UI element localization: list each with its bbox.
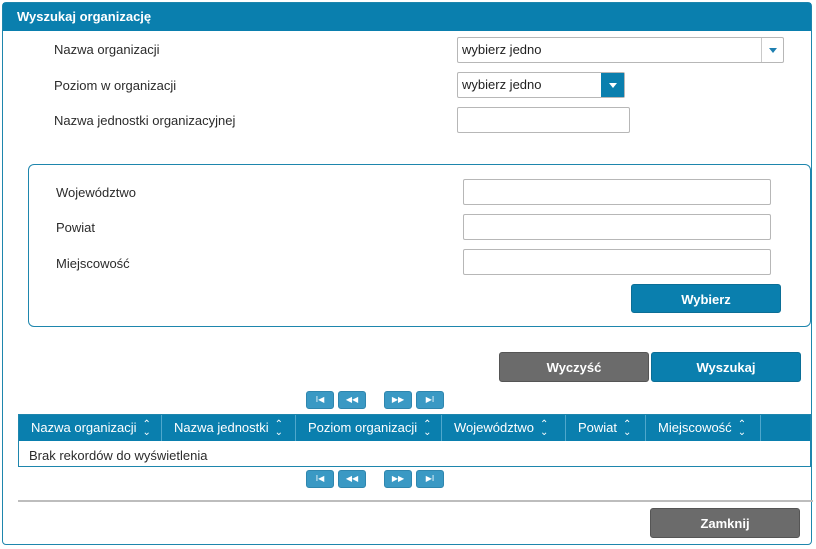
voivodeship-label: Województwo (56, 185, 136, 200)
unit-name-input[interactable] (457, 107, 630, 133)
results-table: Nazwa organizacji ⌃ ⌄ Nazwa jednostki ⌃ ⌄ Po… (18, 414, 811, 467)
column-header-unit-name[interactable]: Nazwa jednostki ⌃ ⌄ (162, 415, 296, 441)
sort-arrows-icon: ⌃ ⌄ (539, 418, 549, 438)
level-label: Poziom w organizacji (54, 78, 177, 93)
county-input[interactable] (463, 214, 771, 240)
footer-divider (18, 500, 813, 502)
pager-prev-icon[interactable]: ◀◀ (338, 470, 366, 488)
clear-button[interactable]: Wyczyść (499, 352, 649, 382)
sort-arrows-icon: ⌃ ⌄ (623, 418, 632, 438)
level-select[interactable]: wybierz jedno (457, 72, 625, 98)
pager-next-icon[interactable]: ▶▶ (384, 470, 412, 488)
org-name-select[interactable]: wybierz jedno (457, 37, 784, 63)
pager-next-icon[interactable]: ▶▶ (384, 391, 412, 409)
pager-first-icon[interactable]: I◀ (306, 470, 334, 488)
city-label: Miejscowość (56, 256, 130, 271)
select-location-button[interactable]: Wybierz (631, 284, 781, 313)
table-header: Nazwa organizacji ⌃ ⌄ Nazwa jednostki ⌃ ⌄ Po… (19, 415, 810, 441)
pager-last-icon[interactable]: ▶I (416, 391, 444, 409)
org-name-dropdown-button[interactable] (761, 38, 783, 62)
column-header-county[interactable]: Powiat ⌃ ⌄ (566, 415, 646, 441)
column-header-org-name[interactable]: Nazwa organizacji ⌃ ⌄ (19, 415, 162, 441)
voivodeship-input[interactable] (463, 179, 771, 205)
sort-arrows-icon: ⌃ ⌄ (274, 418, 284, 438)
column-header-org-level[interactable]: Poziom organizacji ⌃ ⌄ (296, 415, 442, 441)
search-organization-dialog: Wyszukaj organizację Nazwa organizacji w… (2, 2, 813, 545)
org-name-select-value: wybierz jedno (462, 42, 542, 57)
sort-arrows-icon: ⌃ ⌄ (142, 418, 151, 438)
pager-first-icon[interactable]: I◀ (306, 391, 334, 409)
sort-arrows-icon: ⌃ ⌄ (423, 418, 432, 438)
search-button[interactable]: Wyszukaj (651, 352, 801, 382)
chevron-down-icon (768, 48, 777, 53)
dialog-title: Wyszukaj organizację (3, 3, 811, 31)
sort-arrows-icon: ⌃ ⌄ (737, 418, 747, 438)
city-input[interactable] (463, 249, 771, 275)
unit-name-label: Nazwa jednostki organizacyjnej (54, 113, 236, 128)
county-label: Powiat (56, 220, 96, 235)
column-header-city[interactable]: Miejscowość ⌃ ⌄ (646, 415, 761, 441)
chevron-down-icon (608, 83, 617, 88)
pager-last-icon[interactable]: ▶I (416, 470, 444, 488)
level-dropdown-button[interactable] (601, 73, 624, 97)
empty-table-message: Brak rekordów do wyświetlenia (29, 448, 208, 463)
column-header-voivodeship[interactable]: Województwo ⌃ ⌄ (442, 415, 566, 441)
pager-prev-icon[interactable]: ◀◀ (338, 391, 366, 409)
location-fieldset: Województwo Powiat Miejscowość Wybierz (28, 164, 811, 327)
level-select-value: wybierz jedno (462, 77, 542, 92)
close-button[interactable]: Zamknij (650, 508, 800, 538)
org-name-label: Nazwa organizacji (54, 42, 160, 57)
